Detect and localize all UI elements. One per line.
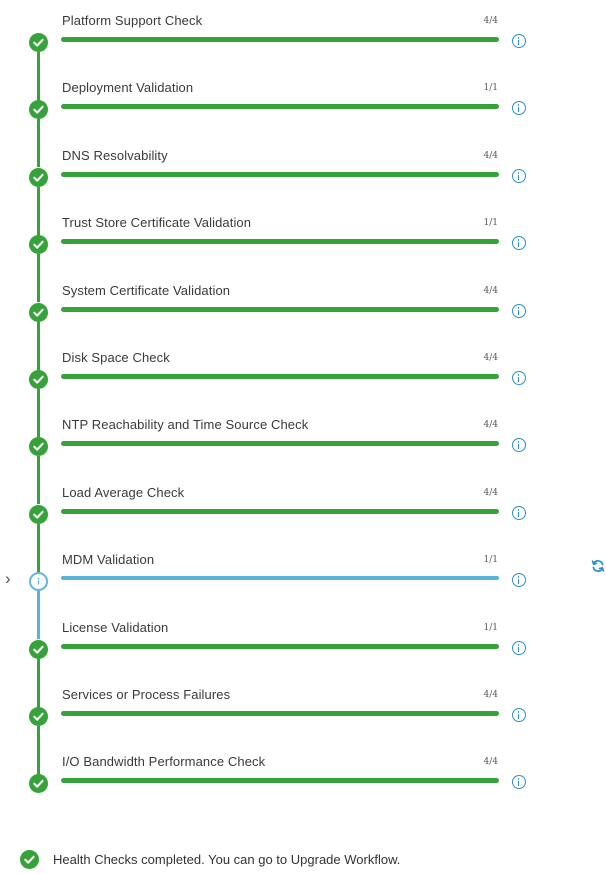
step-count: 1/1	[483, 83, 498, 93]
info-icon[interactable]	[512, 708, 526, 722]
check-circle-icon	[29, 640, 48, 659]
check-circle-icon	[29, 437, 48, 456]
health-check-list: Platform Support Check 4/4 Deployment Vali…	[0, 0, 606, 800]
info-icon[interactable]	[512, 101, 526, 115]
step-name: Disk Space Check	[62, 350, 170, 365]
step-name: System Certificate Validation	[62, 283, 231, 298]
check-circle-icon	[29, 303, 48, 322]
check-circle-icon	[29, 774, 48, 793]
check-circle-icon	[29, 100, 48, 119]
info-icon[interactable]	[512, 506, 526, 520]
check-circle-icon	[29, 33, 48, 52]
step-name: Deployment Validation	[62, 80, 194, 95]
check-circle-icon	[29, 505, 48, 524]
check-circle-icon	[29, 707, 48, 726]
step-progress-bar	[61, 441, 499, 446]
step-count: 4/4	[483, 286, 498, 296]
step-name: Trust Store Certificate Validation	[62, 215, 252, 230]
step-name: MDM Validation	[62, 552, 155, 567]
step-progress-bar	[61, 509, 499, 514]
check-circle-icon	[29, 370, 48, 389]
health-check-step: Disk Space Check 4/4	[0, 341, 606, 437]
check-circle-icon	[29, 235, 48, 254]
info-icon[interactable]	[512, 34, 526, 48]
step-progress-bar	[61, 576, 499, 580]
info-icon[interactable]	[512, 641, 526, 655]
step-name: DNS Resolvability	[62, 148, 168, 163]
info-icon[interactable]	[512, 169, 526, 183]
step-progress-bar	[61, 644, 499, 649]
health-check-step: I/O Bandwidth Performance Check 4/4	[0, 745, 606, 812]
health-check-step: › MDM Validation 1/1	[0, 543, 606, 639]
in-progress-info-icon	[29, 572, 48, 591]
step-progress-bar	[61, 307, 499, 312]
step-name: NTP Reachability and Time Source Check	[62, 417, 309, 432]
health-check-step: Services or Process Failures 4/4	[0, 678, 606, 774]
info-icon[interactable]	[512, 775, 526, 789]
health-check-step: License Validation 1/1	[0, 611, 606, 707]
step-count: 4/4	[483, 353, 498, 363]
refresh-icon[interactable]	[591, 559, 605, 578]
step-progress-bar	[61, 778, 499, 783]
step-count: 1/1	[483, 218, 498, 228]
step-count: 4/4	[483, 16, 498, 26]
step-count: 1/1	[483, 623, 498, 633]
health-check-step: Platform Support Check 4/4	[0, 4, 606, 100]
health-check-step: DNS Resolvability 4/4	[0, 139, 606, 235]
info-icon[interactable]	[512, 438, 526, 452]
step-name: Load Average Check	[62, 485, 185, 500]
check-circle-icon	[20, 850, 39, 869]
step-count: 4/4	[483, 151, 498, 161]
step-count: 1/1	[483, 555, 498, 565]
step-progress-bar	[61, 239, 499, 244]
info-icon[interactable]	[512, 304, 526, 318]
health-check-step: Load Average Check 4/4	[0, 476, 606, 572]
step-progress-bar	[61, 711, 499, 716]
health-check-step: Deployment Validation 1/1	[0, 71, 606, 167]
step-progress-bar	[61, 374, 499, 379]
step-name: Services or Process Failures	[62, 687, 231, 702]
step-progress-bar	[61, 104, 499, 109]
step-name: License Validation	[62, 620, 169, 635]
step-progress-bar	[61, 172, 499, 177]
step-progress-bar	[61, 37, 499, 42]
info-icon[interactable]	[512, 371, 526, 385]
info-icon[interactable]	[512, 236, 526, 250]
chevron-right-icon[interactable]: ›	[5, 569, 11, 589]
health-check-step: System Certificate Validation 4/4	[0, 274, 606, 370]
step-count: 4/4	[483, 757, 498, 767]
check-circle-icon	[29, 168, 48, 187]
step-count: 4/4	[483, 420, 498, 430]
step-name: I/O Bandwidth Performance Check	[62, 754, 266, 769]
step-name: Platform Support Check	[62, 13, 203, 28]
step-count: 4/4	[483, 488, 498, 498]
health-check-step: Trust Store Certificate Validation 1/1	[0, 206, 606, 302]
step-count: 4/4	[483, 690, 498, 700]
completion-message: Health Checks completed. You can go to U…	[53, 852, 401, 867]
health-check-step: NTP Reachability and Time Source Check 4/…	[0, 408, 606, 504]
info-icon[interactable]	[512, 573, 526, 587]
